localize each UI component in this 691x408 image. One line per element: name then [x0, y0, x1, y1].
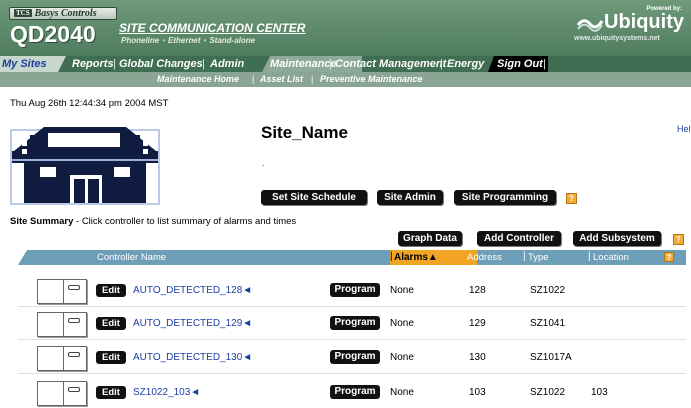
location-cell: 103	[591, 387, 608, 398]
site-description: .	[262, 159, 265, 168]
column-divider: |	[390, 251, 393, 262]
subnav-divider: |	[252, 74, 255, 84]
set-site-schedule-button[interactable]: Set Site Schedule	[261, 190, 367, 205]
site-admin-button[interactable]: Site Admin	[377, 190, 443, 205]
column-location[interactable]: Location	[593, 252, 629, 263]
site-name: Site_Name	[261, 123, 348, 142]
edit-button[interactable]: Edit	[96, 284, 126, 297]
product-title: QD2040	[10, 21, 96, 47]
controller-icon[interactable]	[37, 381, 87, 406]
site-summary-title: Site Summary	[10, 216, 74, 227]
subtitle-ethernet: Ethernet	[168, 36, 201, 45]
program-button[interactable]: Program	[330, 283, 380, 297]
program-button[interactable]: Program	[330, 350, 380, 364]
program-button[interactable]: Program	[330, 385, 380, 399]
type-cell: SZ1022	[530, 285, 566, 296]
alarms-cell: None	[390, 318, 414, 329]
subnav-maintenance-home[interactable]: Maintenance Home	[157, 73, 239, 85]
table-row[interactable]: Edit AUTO_DETECTED_130◄ Program None 130…	[18, 343, 686, 373]
column-divider: |	[523, 251, 526, 262]
column-type[interactable]: Type	[528, 252, 549, 263]
nav-energy[interactable]: Energy	[447, 57, 484, 71]
timestamp: Thu Aug 26th 12:44:34 pm 2004 MST	[10, 98, 169, 109]
site-programming-button[interactable]: Site Programming	[454, 190, 556, 205]
alarms-cell: None	[390, 387, 414, 398]
app-header: TCS Basys Controls QD2040 SITE COMMUNICAT…	[0, 0, 691, 56]
column-divider: |	[588, 251, 591, 262]
brand-badge: TCS Basys Controls	[9, 7, 117, 20]
column-alarms-label: Alarms▲	[394, 252, 438, 263]
column-controller-name[interactable]: Controller Name	[97, 252, 166, 263]
subnav-divider: |	[311, 74, 314, 84]
ubiquity-logo-icon	[576, 19, 604, 32]
subnav-asset-list[interactable]: Asset List	[260, 73, 303, 85]
address-cell: 128	[469, 285, 486, 296]
edit-button[interactable]: Edit	[96, 386, 126, 399]
controller-name-link[interactable]: SZ1022_103◄	[133, 387, 200, 399]
address-cell: 129	[469, 318, 486, 329]
alarms-cell: None	[390, 352, 414, 363]
help-question-icon[interactable]: ?	[673, 234, 684, 245]
column-address[interactable]: Address	[467, 252, 502, 263]
controller-icon[interactable]	[37, 346, 87, 371]
logo-url: www.ubiquitysystems.net	[574, 35, 660, 42]
center-subtitle: Phoneline • Ethernet • Stand-alone	[121, 36, 256, 45]
controller-name-link[interactable]: AUTO_DETECTED_128◄	[133, 285, 252, 297]
edit-button[interactable]: Edit	[96, 317, 126, 330]
logo-name: Ubiquity	[604, 11, 684, 33]
add-subsystem-button[interactable]: Add Subsystem	[573, 231, 661, 246]
column-help-icon[interactable]: ?	[664, 252, 674, 262]
subtitle-phoneline: Phoneline	[121, 36, 160, 45]
nav-my-sites[interactable]: My Sites	[2, 57, 47, 71]
site-summary-text: - Click controller to list summary of al…	[73, 216, 297, 227]
row-divider	[18, 373, 686, 374]
table-row[interactable]: Edit AUTO_DETECTED_128◄ Program None 128…	[18, 276, 686, 306]
site-summary-caption: Site Summary - Click controller to list …	[10, 216, 296, 227]
sub-nav: Maintenance Home | Asset List | Preventi…	[0, 72, 691, 87]
ubiquity-logo: Powered by: Ubiquity www.ubiquitysystems…	[566, 3, 688, 47]
nav-divider: |	[329, 58, 332, 70]
address-cell: 130	[469, 352, 486, 363]
help-question-icon[interactable]: ?	[566, 193, 577, 204]
nav-sign-out[interactable]: Sign Out	[497, 57, 543, 71]
controller-icon[interactable]	[37, 312, 87, 337]
type-cell: SZ1022	[530, 387, 566, 398]
subtitle-standalone: Stand-alone	[209, 36, 256, 45]
graph-data-button[interactable]: Graph Data	[398, 231, 462, 246]
address-cell: 103	[469, 387, 486, 398]
row-divider	[18, 339, 686, 340]
row-divider	[18, 306, 686, 307]
alarms-cell: None	[390, 285, 414, 296]
help-link[interactable]: Hel	[677, 124, 691, 134]
nav-divider: |	[543, 58, 546, 70]
program-button[interactable]: Program	[330, 316, 380, 330]
controller-name-link[interactable]: AUTO_DETECTED_129◄	[133, 318, 252, 330]
nav-divider: |	[113, 58, 116, 70]
nav-global-changes[interactable]: Global Changes	[119, 57, 203, 71]
type-cell: SZ1017A	[530, 352, 572, 363]
nav-admin[interactable]: Admin	[210, 57, 244, 71]
site-communication-center-title: SITE COMMUNICATION CENTER	[119, 21, 306, 35]
main-nav: My Sites Reports | Global Changes | Admi…	[0, 56, 691, 72]
site-building-icon	[10, 123, 160, 205]
type-cell: SZ1041	[530, 318, 566, 329]
column-alarms-sorted[interactable]: Alarms▲	[390, 250, 477, 265]
add-controller-button[interactable]: Add Controller	[477, 231, 561, 246]
table-row[interactable]: Edit SZ1022_103◄ Program None 103 SZ1022…	[18, 378, 686, 408]
nav-divider: |	[202, 58, 205, 70]
brand-badge-text: Basys Controls	[34, 8, 97, 19]
edit-button[interactable]: Edit	[96, 351, 126, 364]
table-header: Controller Name Alarms▲ | Address | Type…	[18, 250, 686, 265]
nav-reports[interactable]: Reports	[72, 57, 114, 71]
controller-icon[interactable]	[37, 279, 87, 304]
nav-contact-management[interactable]: Contact Management	[335, 57, 446, 71]
nav-divider: |	[440, 58, 443, 70]
controller-name-link[interactable]: AUTO_DETECTED_130◄	[133, 352, 252, 364]
subnav-preventive-maintenance[interactable]: Preventive Maintenance	[320, 73, 423, 85]
nav-maintenance[interactable]: Maintenance	[270, 57, 337, 71]
table-row[interactable]: Edit AUTO_DETECTED_129◄ Program None 129…	[18, 309, 686, 339]
brand-badge-prefix: TCS	[14, 9, 32, 17]
